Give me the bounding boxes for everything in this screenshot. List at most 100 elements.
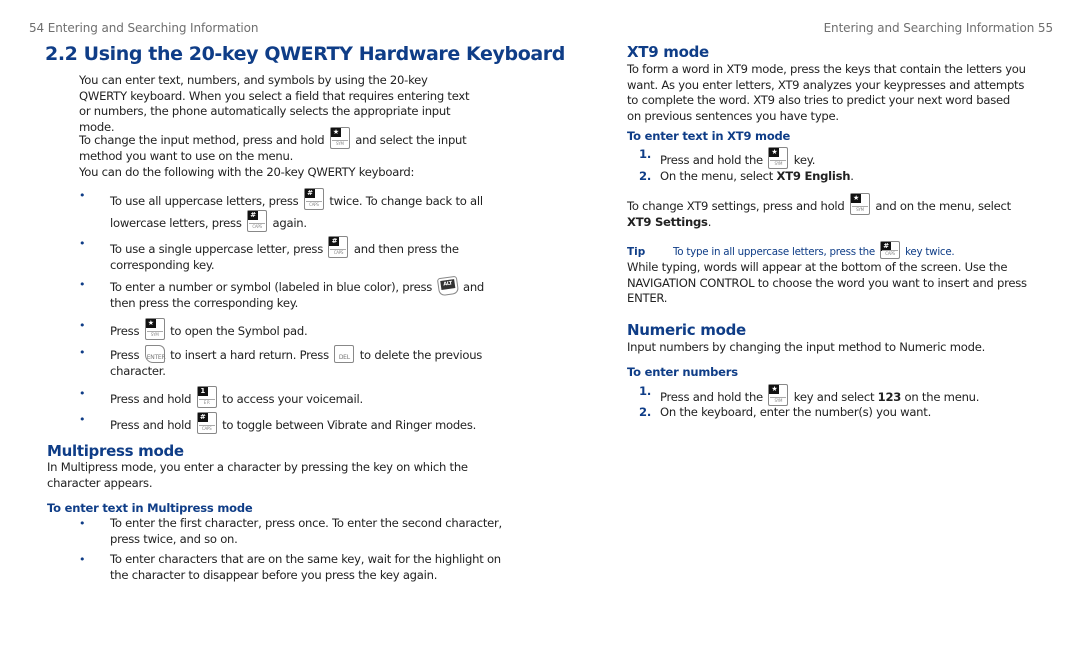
bullet-icon: • <box>79 517 86 530</box>
key-glyph: ★ <box>769 148 780 157</box>
text: to insert a hard return. Press <box>166 348 333 362</box>
text: . <box>707 215 712 229</box>
text: . <box>850 169 854 183</box>
list-item: • To enter the first character, press on… <box>79 516 520 547</box>
key-sub: CAPS <box>198 425 215 432</box>
multipress-heading: Multipress mode <box>47 442 184 460</box>
text: key and select <box>790 390 878 404</box>
text: again. <box>269 216 307 230</box>
section-title: 2.2 Using the 20-key QWERTY Hardware Key… <box>45 43 565 65</box>
text: Press and hold the <box>660 153 767 167</box>
text: To enter a number or symbol (labeled in … <box>110 280 436 294</box>
sym-key-icon: ★ SYM <box>768 384 789 406</box>
key-sub: SYM <box>146 331 163 338</box>
menu-option: 123 <box>877 390 902 404</box>
sym-key-icon: ★ SYM <box>329 127 350 149</box>
alt-key-icon: ALT <box>436 275 459 297</box>
menu-option: XT9 English <box>776 169 851 183</box>
menu-option: XT9 Settings <box>627 215 708 229</box>
bullet-icon: • <box>79 237 86 250</box>
key-sub: CAPS <box>882 250 899 257</box>
text: To type in all uppercase letters, press … <box>673 246 879 258</box>
numeric-heading: Numeric mode <box>627 321 746 339</box>
right-running-head: Entering and Searching Information 55 <box>823 21 1054 35</box>
left-running-head: 54 Entering and Searching Information <box>29 21 259 35</box>
text: to access your voicemail. <box>218 392 363 406</box>
key-sub: CAPS <box>249 223 266 230</box>
caps-key-icon: # CAPS <box>328 236 349 258</box>
numeric-body: Input numbers by changing the input meth… <box>627 340 986 354</box>
xt9-subheading: To enter text in XT9 mode <box>627 129 791 143</box>
key-glyph: # <box>197 413 208 422</box>
bullet-icon: • <box>79 346 86 359</box>
text: To enter the first character, press once… <box>110 516 502 546</box>
key-glyph: # <box>248 211 259 220</box>
delete-key-icon: DEL <box>334 345 355 363</box>
key-sub: DEL <box>338 354 350 361</box>
xt9-heading: XT9 mode <box>627 43 709 61</box>
bullet-icon: • <box>79 387 86 400</box>
key-sub: CAPS <box>330 249 347 256</box>
text: To enter characters that are on the same… <box>110 552 501 582</box>
text: To use all uppercase letters, press <box>110 194 302 208</box>
bullet-icon: • <box>79 413 86 426</box>
sym-key-icon: ★ SYM <box>849 193 870 215</box>
caps-key-icon: # CAPS <box>196 412 217 434</box>
key-glyph: ★ <box>850 194 861 203</box>
text: To change the input method, press and ho… <box>79 133 328 147</box>
change-method-paragraph: To change the input method, press and ho… <box>79 127 474 165</box>
key-glyph: ★ <box>769 385 780 394</box>
text: Press <box>110 348 143 362</box>
bullet-icon: • <box>79 319 86 332</box>
text: to toggle between Vibrate and Ringer mod… <box>218 418 477 432</box>
key-glyph: ★ <box>330 128 341 137</box>
text: key twice. <box>902 246 955 258</box>
key-glyph: ALT <box>439 279 455 290</box>
key-sub: SYM <box>770 160 787 167</box>
tip: Tip To type in all uppercase letters, pr… <box>627 240 1047 259</box>
key-glyph: ★ <box>145 319 156 328</box>
multipress-subheading: To enter text in Multipress mode <box>47 501 253 515</box>
key-sub: CAPS <box>305 201 322 208</box>
step-number: 2. <box>639 405 651 419</box>
caps-key-icon: # CAPS <box>303 188 324 210</box>
xt9-body: To form a word in XT9 mode, press the ke… <box>627 62 1026 123</box>
sym-key-icon: ★ SYM <box>144 318 165 340</box>
list-item: • Press ENTER to insert a hard return. P… <box>79 345 495 379</box>
key-sub: SYM <box>851 206 868 213</box>
list-item: • To enter a number or symbol (labeled i… <box>79 275 495 311</box>
bullet-icon: • <box>79 189 86 202</box>
tip-label: Tip <box>627 246 646 258</box>
key-sub: E R <box>198 399 215 406</box>
text: On the keyboard, enter the number(s) you… <box>660 405 932 419</box>
sym-key-icon: ★ SYM <box>768 147 789 169</box>
numeric-step: 2. On the keyboard, enter the number(s) … <box>627 405 1040 421</box>
key-sub: SYM <box>770 397 787 404</box>
list-item: • Press and hold # CAPS to toggle between… <box>79 412 510 434</box>
key-glyph: 1 <box>197 387 208 396</box>
typing-note: While typing, words will appear at the b… <box>627 260 1027 306</box>
list-item: • To use all uppercase letters, press # C… <box>79 188 490 232</box>
text: On the menu, select <box>660 169 777 183</box>
step-number: 1. <box>639 384 651 398</box>
bullet-icon: • <box>79 278 86 291</box>
numeric-subheading: To enter numbers <box>627 365 738 379</box>
numeric-step: 1. Press and hold the ★ SYM key and selec… <box>627 384 1040 406</box>
text: Press and hold <box>110 392 195 406</box>
key-sub: SYM <box>331 140 348 147</box>
step-number: 1. <box>639 147 651 161</box>
list-item: • Press ★ SYM to open the Symbol pad. <box>79 318 490 340</box>
list-item: • To use a single uppercase letter, pres… <box>79 236 490 274</box>
caps-key-icon: # CAPS <box>880 241 901 259</box>
text: To change XT9 settings, press and hold <box>627 199 848 213</box>
voicemail-key-icon: 1 E R <box>196 386 217 408</box>
text: Press <box>110 324 143 338</box>
caps-key-icon: # CAPS <box>247 210 268 232</box>
key-glyph: # <box>329 237 340 246</box>
bullet-icon: • <box>79 553 86 566</box>
list-item: • Press and hold 1 E R to access your voi… <box>79 386 490 408</box>
xt9-step: 1. Press and hold the ★ SYM key. <box>627 147 1040 169</box>
step-number: 2. <box>639 169 651 183</box>
text: Press and hold <box>110 418 195 432</box>
multipress-body: In Multipress mode, you enter a characte… <box>47 460 468 490</box>
